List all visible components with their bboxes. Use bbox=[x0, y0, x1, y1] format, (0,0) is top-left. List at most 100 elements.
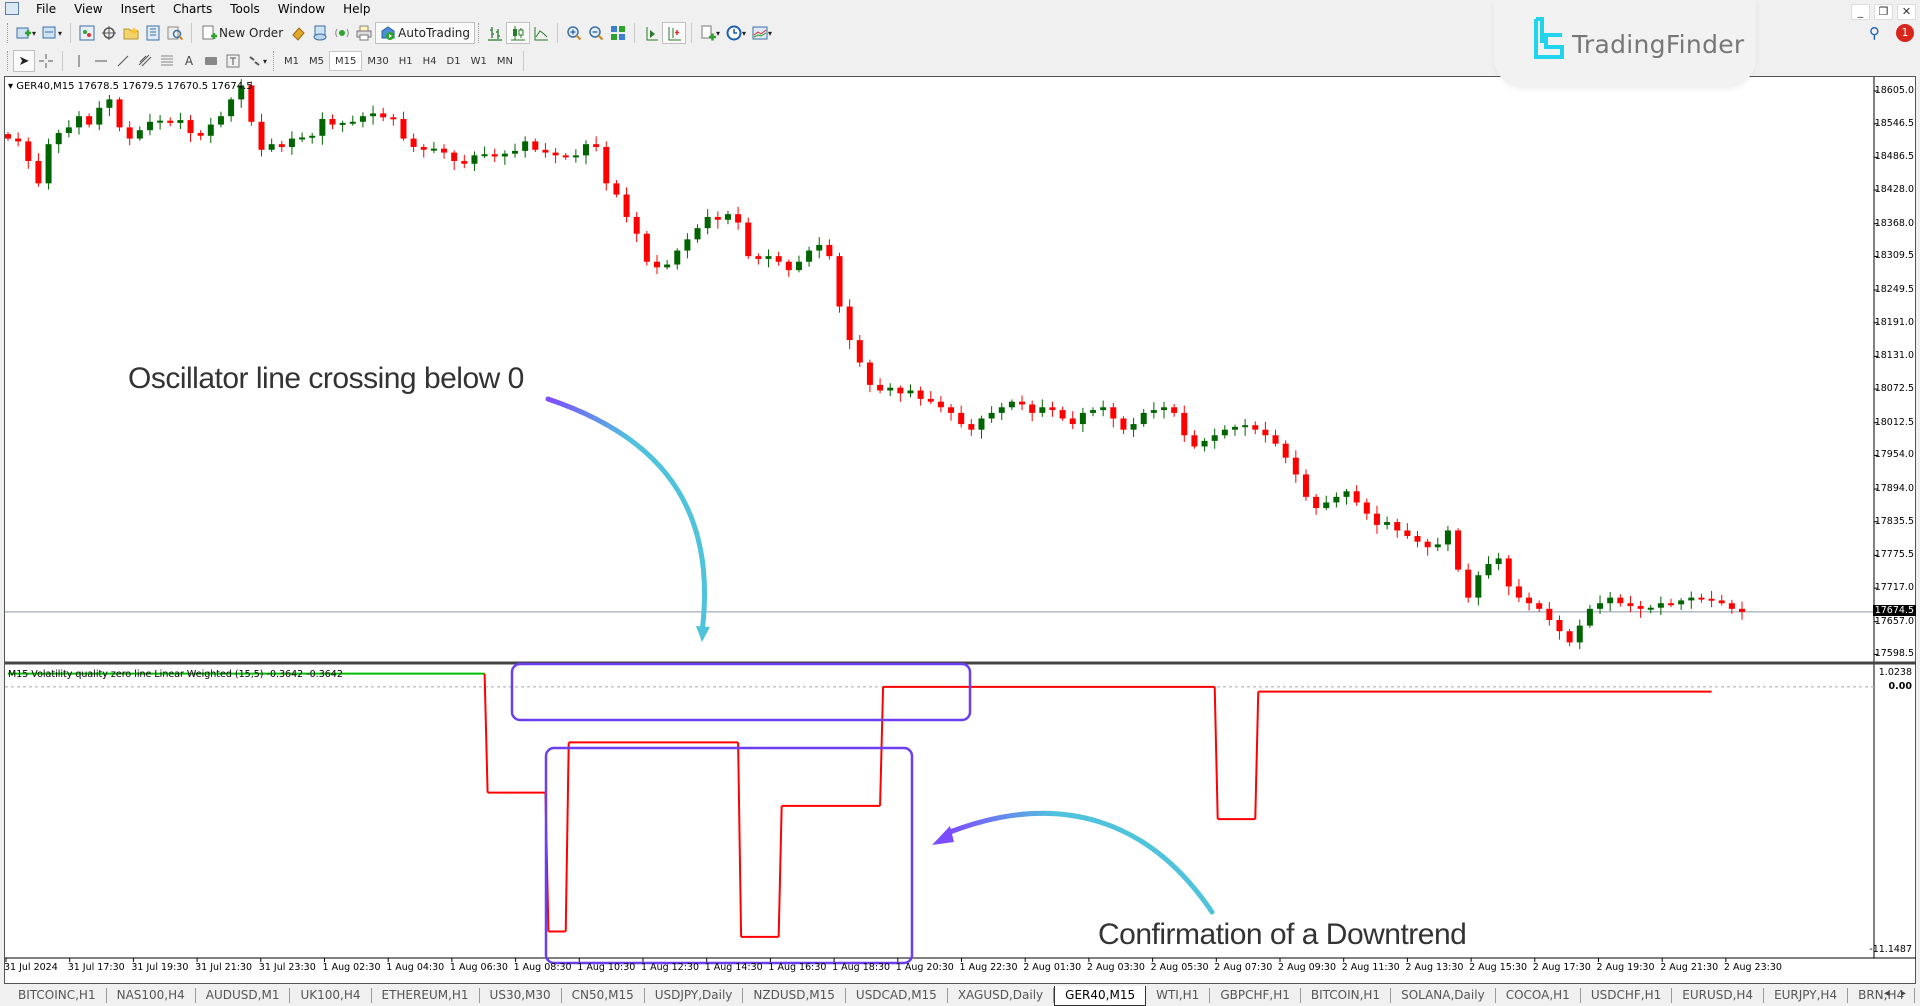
indicator-axis-label: 0.00 bbox=[1888, 680, 1912, 692]
bearish-candle bbox=[126, 127, 133, 139]
annotation-arrowhead-top bbox=[696, 626, 710, 642]
bearish-candle bbox=[1404, 530, 1411, 537]
chart-tab[interactable]: BITCOINC,H1 bbox=[8, 988, 107, 1003]
chart-tab[interactable]: USDCAD,M15 bbox=[846, 988, 948, 1003]
bearish-candle bbox=[1313, 496, 1320, 509]
chart-tab[interactable]: WTI,H1 bbox=[1146, 988, 1211, 1003]
time-axis-label: 2 Aug 09:30 bbox=[1278, 962, 1337, 973]
bullish-candle bbox=[1343, 491, 1350, 497]
bullish-candle bbox=[512, 150, 519, 154]
time-axis-label: 1 Aug 20:30 bbox=[895, 962, 954, 973]
bullish-candle bbox=[806, 250, 813, 262]
time-axis-label: 2 Aug 03:30 bbox=[1086, 962, 1145, 973]
bearish-candle bbox=[1252, 425, 1259, 430]
bearish-candle bbox=[1424, 541, 1431, 548]
chart-tab[interactable]: XAUUSD,H4 bbox=[1915, 988, 1920, 1003]
bullish-candle bbox=[1576, 625, 1583, 643]
oscillator-transition bbox=[483, 673, 489, 793]
bearish-candle bbox=[1049, 407, 1056, 411]
bearish-candle bbox=[1718, 600, 1725, 604]
chart-tab[interactable]: EURUSD,H4 bbox=[1672, 988, 1765, 1003]
bullish-candle bbox=[1242, 425, 1249, 428]
tab-scroll-right-icon[interactable]: ▸ bbox=[1901, 988, 1906, 999]
price-axis-label: 18191.0 bbox=[1874, 316, 1914, 328]
bearish-candle bbox=[593, 144, 600, 147]
bearish-candle bbox=[491, 154, 498, 157]
chart-tab[interactable]: CN50,M15 bbox=[562, 988, 645, 1003]
price-axis-label: 17954.0 bbox=[1874, 449, 1914, 461]
bearish-candle bbox=[552, 152, 559, 156]
bearish-candle bbox=[1617, 597, 1624, 604]
bullish-candle bbox=[481, 154, 488, 157]
bearish-candle bbox=[1414, 536, 1421, 542]
bullish-candle bbox=[1495, 558, 1502, 565]
bullish-candle bbox=[1201, 440, 1208, 447]
bullish-candle bbox=[583, 144, 589, 156]
bullish-candle bbox=[228, 99, 235, 117]
chart-canvas[interactable] bbox=[0, 0, 1920, 1006]
bullish-candle bbox=[65, 127, 72, 133]
chart-tab[interactable]: NZDUSD,M15 bbox=[743, 988, 846, 1003]
bullish-candle bbox=[1130, 424, 1137, 430]
bullish-candle bbox=[45, 144, 52, 184]
bullish-candle bbox=[471, 155, 478, 164]
tab-scroll-left-icon[interactable]: ◂ bbox=[1884, 988, 1889, 999]
chart-tab[interactable]: XAGUSD,Daily bbox=[948, 988, 1055, 1003]
time-axis-label: 1 Aug 14:30 bbox=[704, 962, 763, 973]
bearish-candle bbox=[1728, 603, 1735, 609]
oscillator-transition bbox=[1213, 686, 1219, 820]
price-axis-label: 17835.5 bbox=[1874, 515, 1914, 527]
bearish-candle bbox=[1698, 597, 1705, 600]
collapse-arrow-icon[interactable]: ▾ bbox=[8, 81, 13, 92]
bullish-candle bbox=[724, 214, 731, 220]
tradingfinder-logo-icon bbox=[1532, 17, 1566, 71]
chart-tab[interactable]: NAS100,H4 bbox=[107, 988, 196, 1003]
bullish-candle bbox=[207, 124, 214, 136]
bullish-candle bbox=[1100, 407, 1107, 411]
bearish-candle bbox=[1526, 597, 1533, 604]
bullish-candle bbox=[96, 107, 103, 125]
bearish-candle bbox=[1373, 513, 1380, 525]
bullish-candle bbox=[349, 121, 356, 124]
chart-tab[interactable]: USDCHF,H1 bbox=[1581, 988, 1673, 1003]
bullish-candle bbox=[674, 250, 681, 265]
chart-tab[interactable]: GBPCHF,H1 bbox=[1210, 988, 1301, 1003]
bearish-candle bbox=[866, 362, 873, 385]
bearish-candle bbox=[927, 398, 934, 402]
time-axis-label: 2 Aug 01:30 bbox=[1023, 962, 1082, 973]
bearish-candle bbox=[643, 233, 650, 262]
time-axis-label: 1 Aug 04:30 bbox=[386, 962, 445, 973]
bullish-candle bbox=[268, 144, 275, 150]
bearish-candle bbox=[5, 134, 11, 139]
time-axis-label: 1 Aug 18:30 bbox=[832, 962, 891, 973]
bearish-candle bbox=[329, 118, 336, 125]
bearish-candle bbox=[745, 222, 752, 257]
chart-tab[interactable]: BITCOIN,H1 bbox=[1301, 988, 1392, 1003]
bearish-candle bbox=[1272, 435, 1279, 444]
bullish-candle bbox=[288, 138, 295, 147]
time-axis-label: 1 Aug 22:30 bbox=[959, 962, 1018, 973]
chart-tab[interactable]: ETHEREUM,H1 bbox=[372, 988, 480, 1003]
bullish-candle bbox=[978, 418, 985, 430]
price-axis-label: 18428.0 bbox=[1874, 184, 1914, 196]
chart-tab[interactable]: GER40,M15 bbox=[1054, 985, 1147, 1006]
chart-tab[interactable]: US30,M30 bbox=[480, 988, 562, 1003]
chart-tab[interactable]: SOLANA,Daily bbox=[1391, 988, 1496, 1003]
bearish-candle bbox=[1191, 435, 1198, 447]
time-axis-label: 2 Aug 15:30 bbox=[1469, 962, 1528, 973]
time-axis-label: 2 Aug 17:30 bbox=[1532, 962, 1591, 973]
chart-tab[interactable]: USDJPY,Daily bbox=[645, 988, 744, 1003]
chart-tab[interactable]: EURJPY,H4 bbox=[1764, 988, 1849, 1003]
bearish-candle bbox=[116, 99, 123, 128]
chart-tab[interactable]: COCOA,H1 bbox=[1496, 988, 1581, 1003]
chart-tab[interactable]: AUDUSD,M1 bbox=[196, 988, 291, 1003]
bullish-candle bbox=[1607, 597, 1614, 604]
bearish-candle bbox=[1019, 401, 1026, 405]
price-axis-label: 17775.5 bbox=[1874, 549, 1914, 561]
bullish-candle bbox=[522, 141, 529, 151]
bearish-candle bbox=[958, 412, 965, 425]
price-axis-label: 18486.5 bbox=[1874, 151, 1914, 163]
bearish-candle bbox=[775, 256, 782, 262]
bearish-candle bbox=[856, 340, 863, 363]
chart-tab[interactable]: UK100,H4 bbox=[290, 988, 372, 1003]
